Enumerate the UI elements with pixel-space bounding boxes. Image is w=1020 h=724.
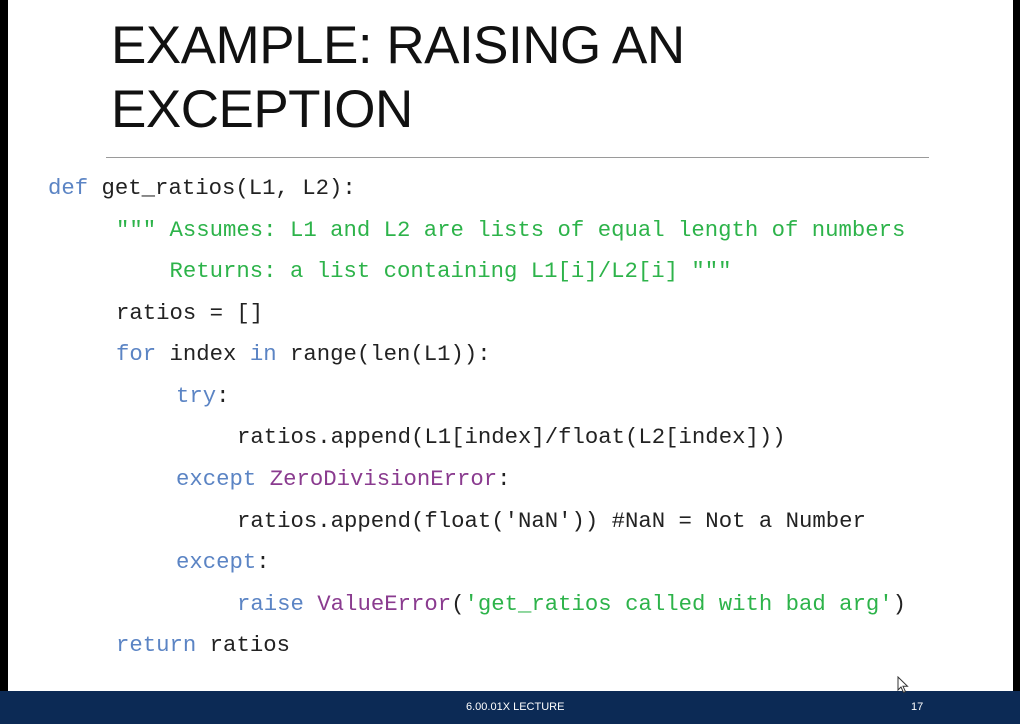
keyword: except [176,549,257,575]
code-text: : [256,549,270,575]
title-divider [106,157,929,158]
keyword: for [116,341,157,367]
keyword: def [48,175,89,201]
code-text: ratios [196,632,290,658]
code-line-5: for index in range(len(L1)): [116,334,491,374]
slide: EXAMPLE: RAISING AN EXCEPTION def get_ra… [8,0,1013,724]
code-line-2: """ Assumes: L1 and L2 are lists of equa… [116,210,905,250]
code-text: : [216,383,230,409]
code-line-3: Returns: a list containing L1[i]/L2[i] "… [116,251,732,291]
code-text: get_ratios(L1, L2): [88,175,356,201]
code-text: ratios = [] [116,300,264,326]
keyword: return [116,632,197,658]
code-line-9: ratios.append(float('NaN')) #NaN = Not a… [237,501,866,541]
keyword: in [249,341,277,367]
code-line-4: ratios = [] [116,293,263,333]
keyword: raise [237,591,304,617]
code-line-12: return ratios [116,625,290,665]
keyword: except [176,466,257,492]
code-text: index [156,341,250,367]
footer-bar: 6.00.01X LECTURE 17 [0,691,1020,724]
keyword: try [176,383,217,409]
docstring: """ Assumes: L1 and L2 are lists of equa… [116,217,906,243]
code-line-11: raise ValueError('get_ratios called with… [237,584,906,624]
lecture-label: 6.00.01X LECTURE [466,701,565,713]
code-line-6: try: [176,376,230,416]
code-text: range(len(L1)): [276,341,491,367]
class-name: ZeroDivisionError [269,466,498,492]
code-line-8: except ZeroDivisionError: [176,459,511,499]
code-text: ratios.append(float('NaN')) #NaN = Not a… [237,508,866,534]
code-line-1: def get_ratios(L1, L2): [48,168,356,208]
string-literal: 'get_ratios called with bad arg' [464,591,893,617]
docstring: Returns: a list containing L1[i]/L2[i] "… [116,258,732,284]
class-name: ValueError [317,591,452,617]
code-line-10: except: [176,542,270,582]
code-text: ) [892,591,907,617]
title-line-1: EXAMPLE: RAISING AN [111,16,685,75]
slide-title: EXAMPLE: RAISING AN EXCEPTION [111,14,991,142]
code-line-7: ratios.append(L1[index]/float(L2[index])… [237,417,786,457]
mouse-pointer-icon [897,676,909,694]
page-number: 17 [911,701,924,713]
code-text: : [497,466,511,492]
title-line-2: EXCEPTION [111,80,413,139]
code-text: ( [451,591,465,617]
code-text: ratios.append(L1[index]/float(L2[index])… [237,424,786,450]
